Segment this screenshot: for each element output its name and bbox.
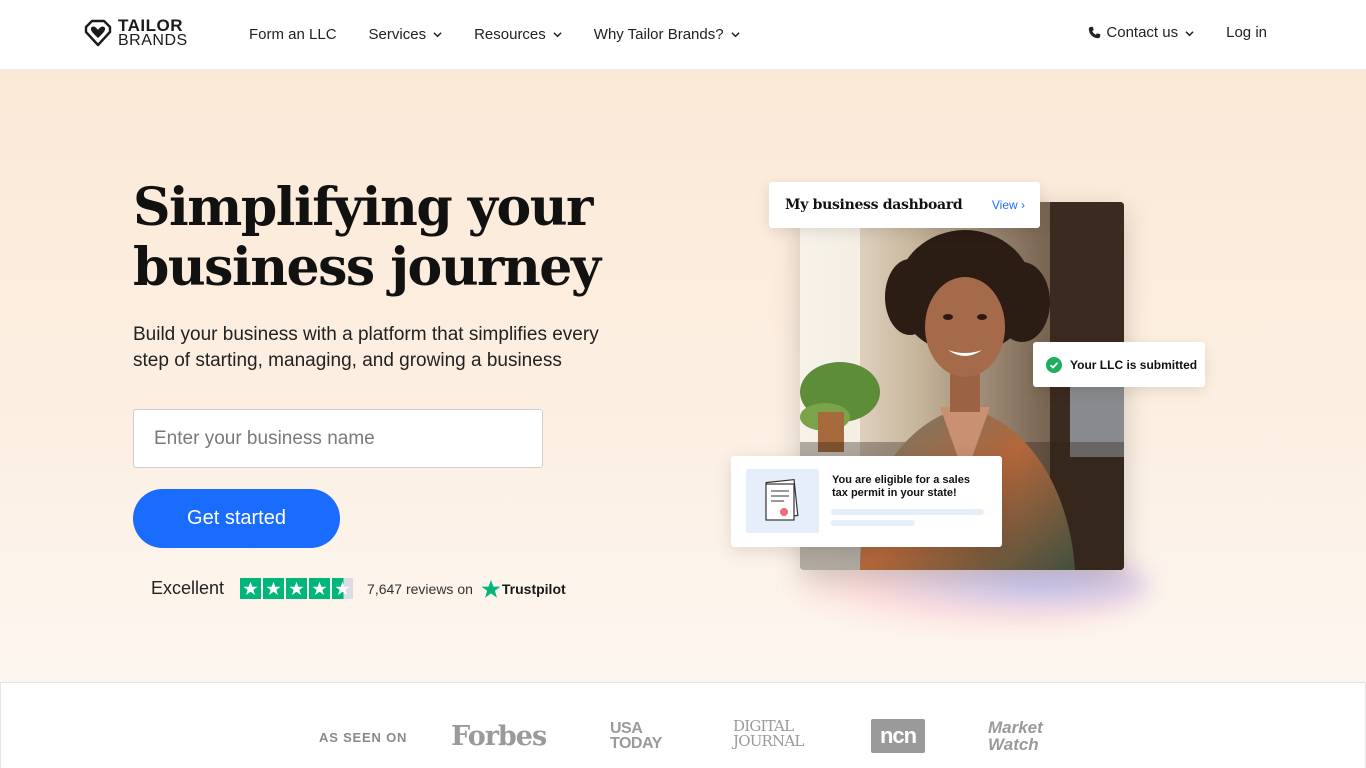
trustpilot-widget[interactable]: Excellent 7,647 reviews on Trustpilot (151, 578, 566, 599)
chevron-down-icon (553, 32, 562, 38)
dashboard-title: My business dashboard (785, 197, 963, 213)
trustpilot-logo: Trustpilot (481, 579, 566, 599)
placeholder-line (831, 520, 915, 526)
hero-section: Simplifying your business journey Build … (0, 70, 1366, 682)
nav-resources[interactable]: Resources (474, 24, 562, 44)
forbes-logo: Forbes (451, 721, 547, 752)
certificate-icon (746, 469, 819, 533)
trustpilot-star (332, 578, 354, 599)
marketwatch-logo: Market Watch (988, 718, 1043, 754)
brand-wordmark: TAILOR BRANDS (118, 16, 188, 49)
nav-actions: Contact us Log in (1088, 24, 1267, 41)
chevron-down-icon (433, 32, 442, 38)
brand-line-1: TAILOR (118, 16, 184, 35)
check-circle-icon (1046, 356, 1062, 373)
hero-subtitle: Build your business with a platform that… (133, 324, 599, 371)
trustpilot-star (309, 578, 331, 599)
as-seen-on-label: AS SEEN ON (319, 730, 408, 745)
trustpilot-star (263, 578, 285, 599)
nav-why-label: Why Tailor Brands? (593, 25, 724, 43)
brand-logo[interactable]: TAILOR BRANDS (83, 16, 188, 49)
business-name-input[interactable] (133, 409, 543, 468)
login-link[interactable]: Log in (1226, 24, 1267, 41)
nav-form-llc[interactable]: Form an LLC (249, 24, 337, 44)
top-navigation: TAILOR BRANDS Form an LLC Services Resou… (0, 0, 1366, 70)
contact-us-label: Contact us (1106, 24, 1179, 41)
tax-permit-message: You are eligible for a sales tax permit … (832, 474, 970, 499)
nav-resources-label: Resources (474, 25, 546, 43)
dashboard-view-link[interactable]: View › (992, 198, 1025, 212)
trustpilot-provider: Trustpilot (501, 580, 566, 597)
dashboard-view-label: View (991, 198, 1018, 212)
trustpilot-star-icon (481, 579, 501, 598)
nav-form-llc-label: Form an LLC (249, 25, 337, 43)
nav-why-tailor-brands[interactable]: Why Tailor Brands? (594, 24, 740, 44)
ncn-logo: ncn (871, 719, 925, 753)
trustpilot-rating-word: Excellent (151, 578, 225, 598)
llc-status-card: Your LLC is submitted (1033, 342, 1205, 387)
trustpilot-stars (240, 578, 355, 599)
trustpilot-review-count: 7,647 reviews on (367, 580, 473, 597)
hero-headline: Simplifying your business journey (133, 177, 601, 298)
nav-services[interactable]: Services (369, 24, 443, 44)
placeholder-line (831, 509, 984, 515)
brand-line-2: BRANDS (118, 32, 188, 49)
contact-us-menu[interactable]: Contact us (1088, 24, 1194, 41)
press-strip: AS SEEN ON Forbes USA TODAY DIGITAL JOURNA… (0, 682, 1366, 768)
main-menu: Form an LLC Services Resources Why Tailo… (249, 24, 772, 44)
trustpilot-star (240, 578, 262, 599)
usa-today-logo: USA TODAY (610, 720, 662, 752)
tailor-brands-logo-icon (84, 19, 112, 47)
chevron-down-icon (730, 32, 740, 38)
tax-permit-card: You are eligible for a sales tax permit … (731, 456, 1002, 547)
trustpilot-star (286, 578, 308, 599)
digital-journal-logo: DIGITAL JOURNAL (733, 717, 804, 750)
nav-services-label: Services (368, 25, 427, 43)
dashboard-card[interactable]: My business dashboard View › (769, 182, 1040, 228)
get-started-button[interactable]: Get started (133, 489, 340, 548)
llc-status-text: Your LLC is submitted (1070, 357, 1198, 372)
phone-icon (1089, 26, 1101, 39)
chevron-down-icon (1185, 30, 1194, 36)
